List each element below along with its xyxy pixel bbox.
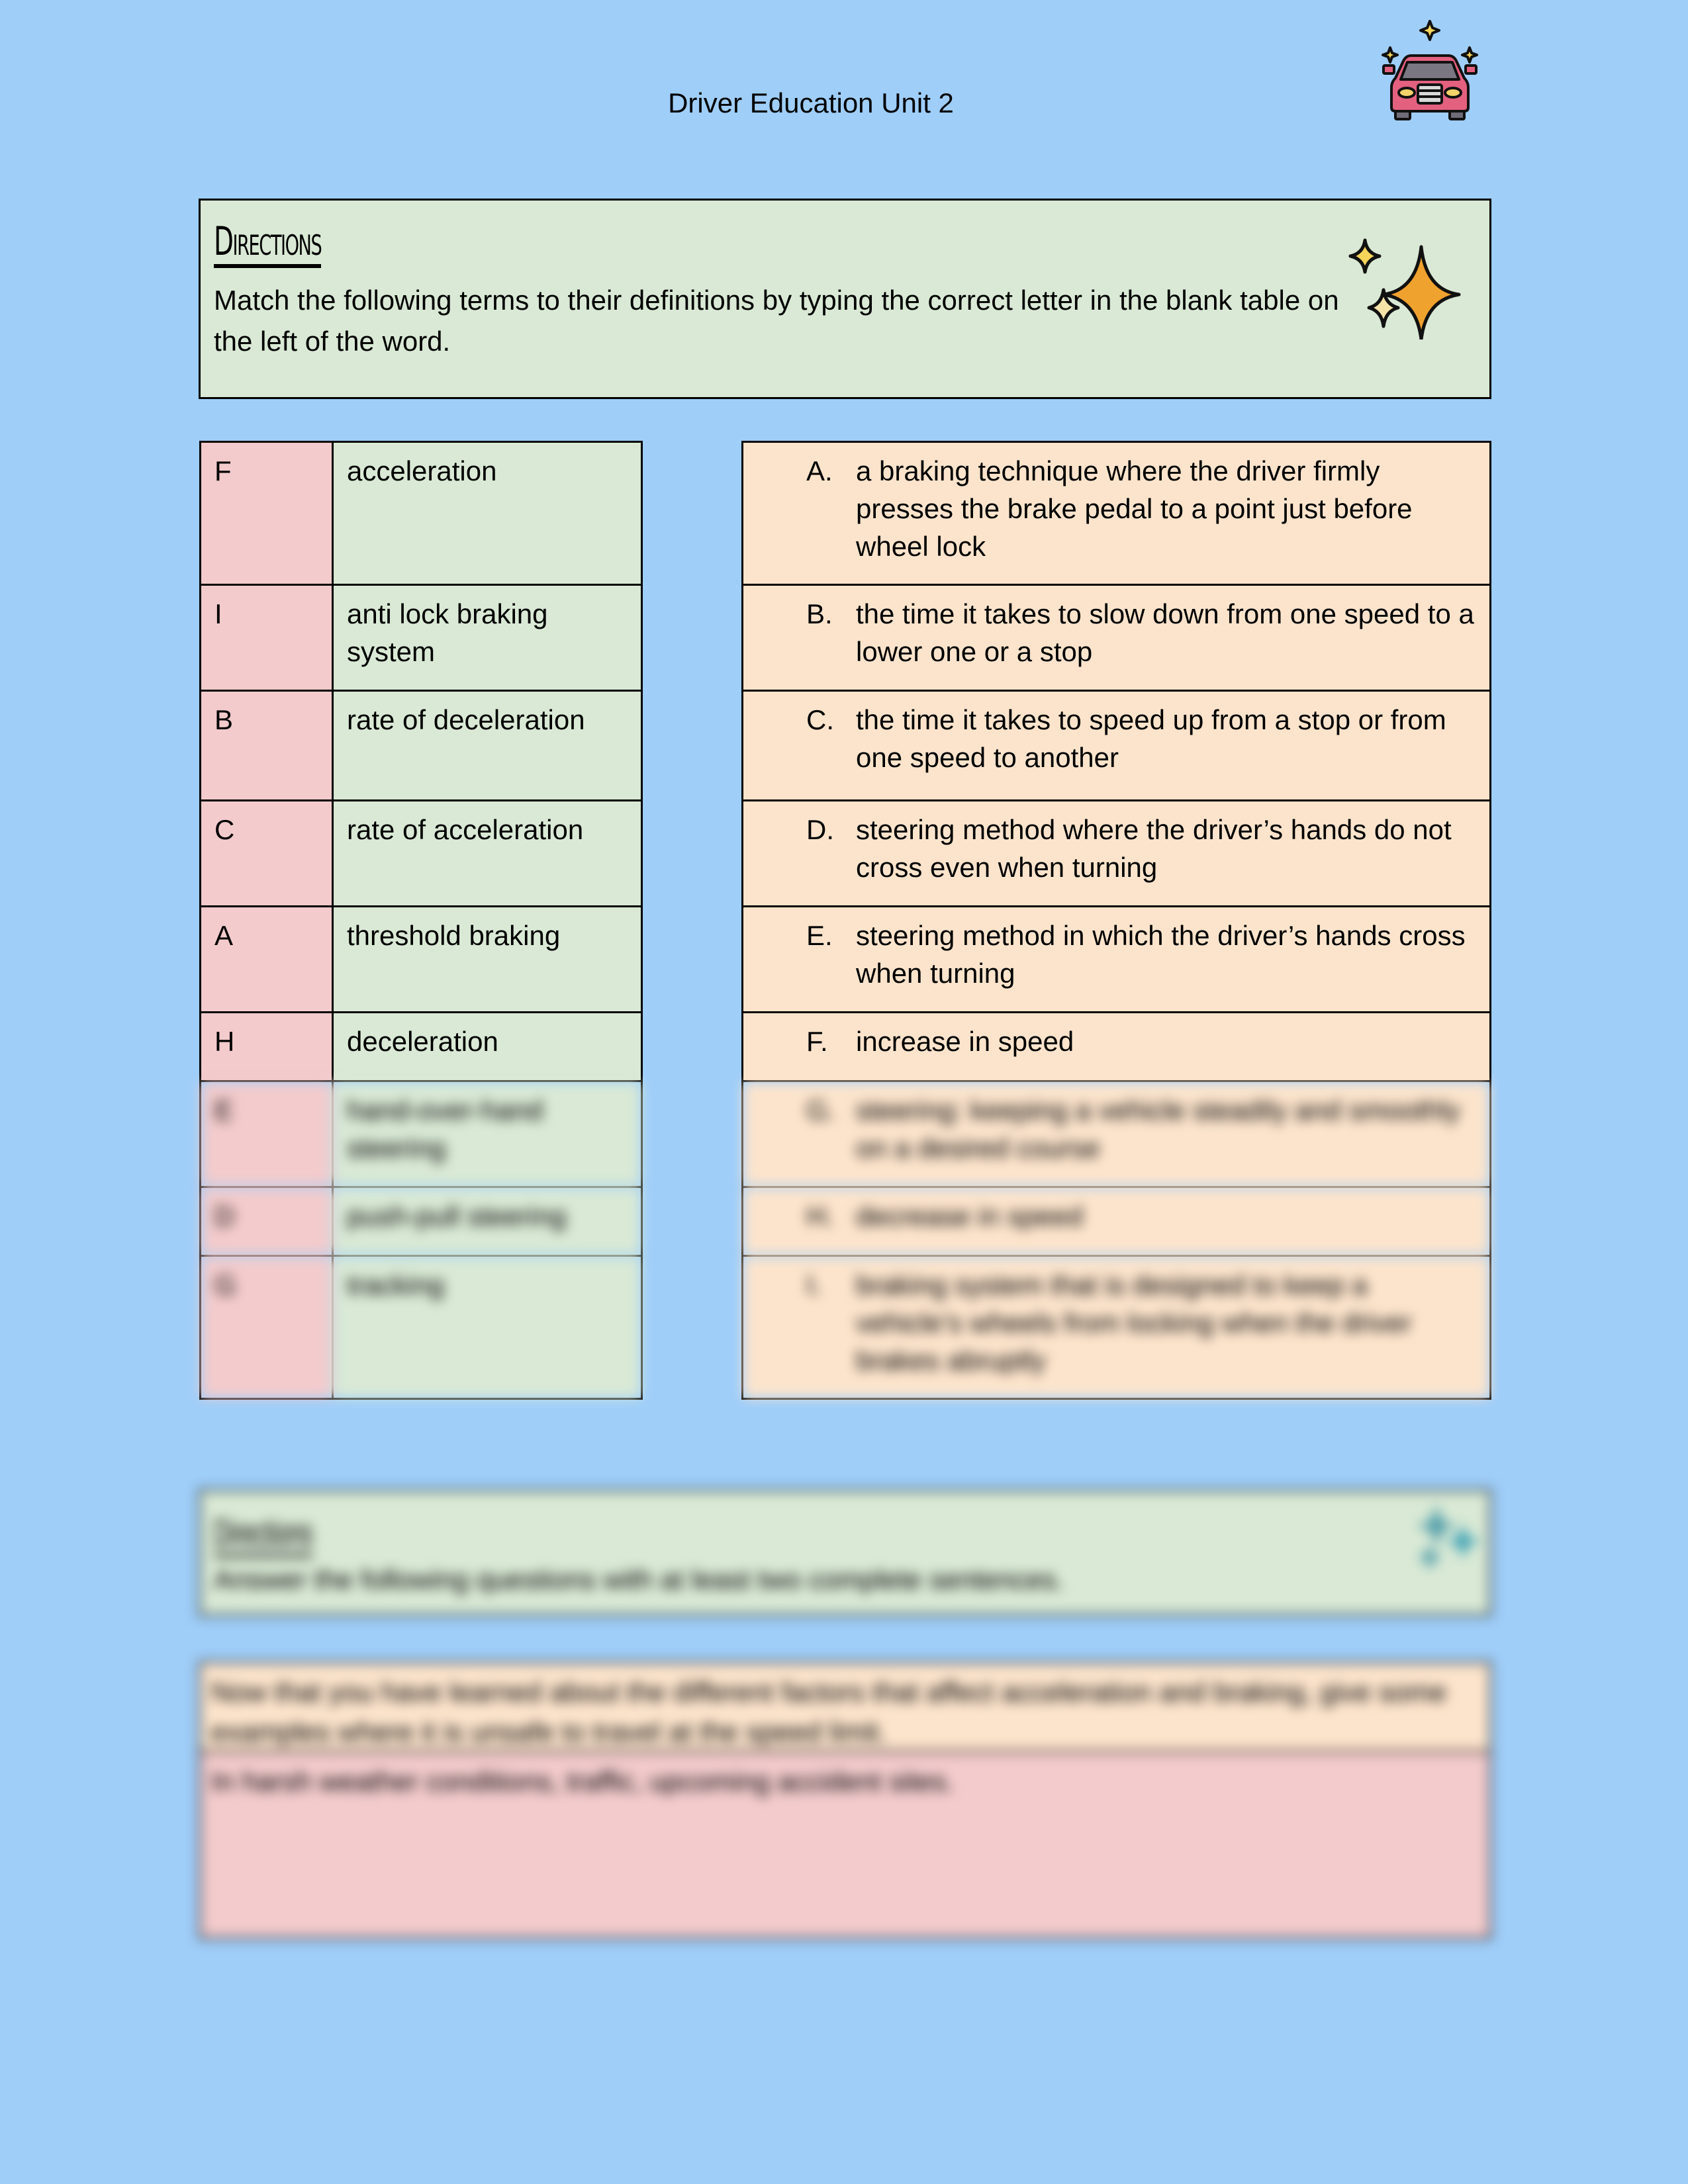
term-label: rate of deceleration bbox=[332, 690, 643, 801]
definition-row: F. increase in speed bbox=[741, 1011, 1491, 1082]
definition-letter: F. bbox=[806, 1026, 828, 1057]
directions-text-2: Answer the following questions with at l… bbox=[214, 1564, 1064, 1595]
definition-letter: H. bbox=[806, 1201, 834, 1232]
term-label: anti lock braking system bbox=[332, 584, 643, 692]
definition-letter: C. bbox=[806, 704, 834, 735]
term-label: hand-over-hand steering bbox=[332, 1080, 643, 1188]
term-row: E hand-over-hand steering bbox=[199, 1080, 643, 1188]
answer-input[interactable]: G bbox=[199, 1255, 334, 1400]
term-label: acceleration bbox=[332, 441, 643, 586]
definition-letter: D. bbox=[806, 814, 834, 845]
term-row: B rate of deceleration bbox=[199, 690, 643, 801]
definition-text: steering: keeping a vehicle steadily and… bbox=[856, 1095, 1460, 1163]
sparkles-icon-teal bbox=[1417, 1504, 1481, 1570]
answer-field[interactable]: In harsh weather conditions, traffic, up… bbox=[201, 1752, 1489, 1937]
answer-input[interactable]: H bbox=[199, 1011, 334, 1082]
definition-text: a braking technique where the driver fir… bbox=[856, 455, 1413, 562]
definition-text: steering method in which the driver’s ha… bbox=[856, 920, 1466, 989]
directions-heading: Directions bbox=[214, 220, 322, 268]
question-box: Now that you have learned about the diff… bbox=[199, 1661, 1491, 1939]
definition-row: H. decrease in speed bbox=[741, 1186, 1491, 1257]
directions-heading-2: Directions bbox=[214, 1511, 313, 1557]
term-row: C rate of acceleration bbox=[199, 799, 643, 907]
term-row: D push-pull steering bbox=[199, 1186, 643, 1257]
definition-row: A. a braking technique where the driver f… bbox=[741, 441, 1491, 586]
definition-row: D. steering method where the driver’s han… bbox=[741, 799, 1491, 907]
definition-text: increase in speed bbox=[856, 1026, 1074, 1057]
term-label: push-pull steering bbox=[332, 1186, 643, 1257]
answer-input[interactable]: I bbox=[199, 584, 334, 692]
definition-text: steering method where the driver’s hands… bbox=[856, 814, 1452, 883]
answer-input[interactable]: B bbox=[199, 690, 334, 801]
definition-row: B. the time it takes to slow down from on… bbox=[741, 584, 1491, 692]
term-label: rate of acceleration bbox=[332, 799, 643, 907]
answer-input[interactable]: E bbox=[199, 1080, 334, 1188]
definition-row: E. steering method in which the driver’s… bbox=[741, 905, 1491, 1013]
term-row: H deceleration bbox=[199, 1011, 643, 1082]
term-row: A threshold braking bbox=[199, 905, 643, 1013]
question-prompt: Now that you have learned about the diff… bbox=[201, 1663, 1489, 1752]
answer-input[interactable]: A bbox=[199, 905, 334, 1013]
term-label: threshold braking bbox=[332, 905, 643, 1013]
directions-box-2: Directions Answer the following question… bbox=[199, 1489, 1491, 1616]
directions-text: Match the following terms to their defin… bbox=[214, 285, 1339, 357]
answer-input[interactable]: D bbox=[199, 1186, 334, 1257]
directions-box: Directions Match the following terms to … bbox=[199, 199, 1491, 399]
definition-text: decrease in speed bbox=[856, 1201, 1084, 1232]
definition-row: C. the time it takes to speed up from a s… bbox=[741, 690, 1491, 801]
answer-input[interactable]: F bbox=[199, 441, 334, 586]
answer-input[interactable]: C bbox=[199, 799, 334, 907]
term-row: G tracking bbox=[199, 1255, 643, 1400]
definition-letter: E. bbox=[806, 920, 833, 951]
definition-text: the time it takes to slow down from one … bbox=[856, 598, 1474, 667]
definition-text: braking system that is designed to keep … bbox=[856, 1269, 1412, 1376]
definition-row: G. steering: keeping a vehicle steadily a… bbox=[741, 1080, 1491, 1188]
definition-row: I. braking system that is designed to kee… bbox=[741, 1255, 1491, 1400]
term-row: F acceleration bbox=[199, 441, 643, 586]
definition-text: the time it takes to speed up from a sto… bbox=[856, 704, 1446, 773]
car-sparkle-icon bbox=[1382, 20, 1478, 120]
definitions-table: A. a braking technique where the driver f… bbox=[741, 441, 1491, 1400]
definition-letter: B. bbox=[806, 598, 833, 629]
term-row: I anti lock braking system bbox=[199, 584, 643, 692]
definition-letter: A. bbox=[806, 455, 833, 486]
terms-table: F acceleration I anti lock braking syste… bbox=[199, 441, 643, 1400]
definition-letter: I. bbox=[806, 1269, 822, 1300]
definition-letter: G. bbox=[806, 1095, 836, 1126]
sparkles-icon bbox=[1348, 238, 1461, 340]
term-label: deceleration bbox=[332, 1011, 643, 1082]
term-label: tracking bbox=[332, 1255, 643, 1400]
